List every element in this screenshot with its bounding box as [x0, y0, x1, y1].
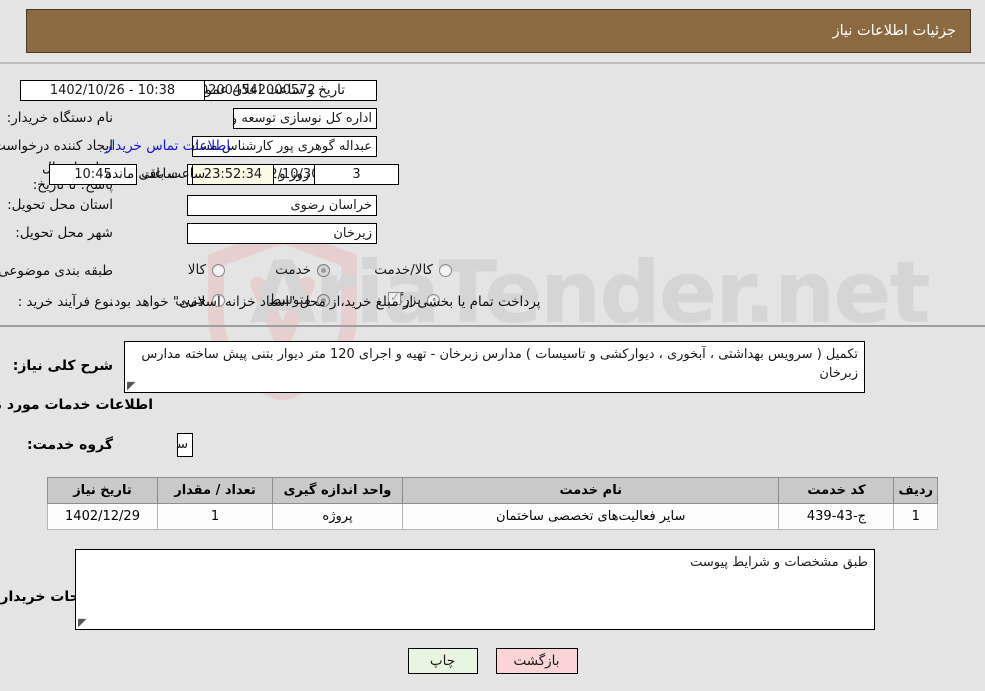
city-value: زیرخان — [187, 223, 377, 244]
remaining-label: ساعت باقی مانده — [105, 166, 206, 182]
buyer-notes-value: طبق مشخصات و شرایط پیوست — [690, 555, 868, 570]
radio-indicator[interactable] — [212, 263, 225, 277]
col-index: ردیف — [893, 477, 938, 504]
table-row: 1 ج-43-439 سایر فعالیت‌های تخصصی ساختمان… — [47, 503, 938, 530]
radio-category-kala[interactable]: کالا — [188, 262, 225, 278]
radio-label: کالا/خدمت — [374, 262, 433, 278]
resize-handle-icon[interactable]: ◥ — [78, 616, 90, 629]
print-button[interactable]: چاپ — [407, 648, 478, 674]
days-value: 3 — [314, 164, 399, 185]
col-code: کد خدمت — [778, 477, 895, 504]
description-textarea[interactable]: تکمیل ( سرویس بهداشتی ، آبخوری ، دیوارکش… — [124, 341, 865, 393]
radio-label: کالا — [187, 262, 206, 278]
back-button[interactable]: بازگشت — [495, 648, 578, 674]
page-header: جزئیات اطلاعات نیاز — [26, 9, 971, 53]
cell-date: 1402/12/29 — [47, 503, 158, 530]
announce-value: 10:38 - 1402/10/26 — [20, 80, 205, 101]
col-name: نام خدمت — [401, 477, 780, 504]
cell-unit: پروژه — [272, 503, 403, 530]
process-label: نوع فرآیند خرید : — [17, 294, 113, 310]
city-label: شهر محل تحویل: — [15, 225, 113, 241]
col-date: تاریخ نیاز — [47, 477, 158, 504]
radio-category-kala-khedmat[interactable]: کالا/خدمت — [374, 262, 452, 278]
service-group-label: گروه خدمت: — [27, 437, 113, 453]
need-info-panel — [0, 62, 985, 327]
col-quantity: تعداد / مقدار — [157, 477, 273, 504]
cell-index: 1 — [893, 503, 938, 530]
page-title: جزئیات اطلاعات نیاز — [832, 23, 956, 39]
radio-indicator-selected[interactable] — [317, 263, 330, 277]
page-root: AriaTender.net جزئیات اطلاعات نیاز شماره… — [0, 0, 985, 691]
cell-quantity: 1 — [157, 503, 273, 530]
announce-label: تاریخ و ساعت اعلان عمومی: — [182, 82, 345, 98]
service-group-value: ساختمان — [177, 433, 193, 457]
radio-label: خدمت — [275, 262, 311, 278]
action-buttons: بازگشت چاپ — [0, 648, 985, 674]
description-value: تکمیل ( سرویس بهداشتی ، آبخوری ، دیوارکش… — [141, 347, 858, 381]
buyer-org-label: نام دستگاه خریدار: — [6, 110, 113, 126]
buyer-contact-link[interactable]: اطلاعات تماس خریدار — [105, 138, 230, 154]
cell-code: ج-43-439 — [778, 503, 895, 530]
col-unit: واحد اندازه گیری — [272, 477, 403, 504]
radio-category-khedmat[interactable]: خدمت — [275, 262, 330, 278]
services-section-title: اطلاعات خدمات مورد نیاز — [0, 397, 153, 413]
description-label: شرح کلی نیاز: — [12, 358, 113, 374]
category-label: طبقه بندی موضوعی: — [0, 263, 113, 279]
cell-name: سایر فعالیت‌های تخصصی ساختمان — [401, 503, 780, 530]
services-table: ردیف کد خدمت نام خدمت واحد اندازه گیری ت… — [47, 477, 938, 530]
days-label: روز و — [279, 166, 310, 182]
treasury-note: پرداخت تمام یا بخشی از مبلغ خرید،از محل … — [110, 294, 541, 310]
province-value: خراسان رضوی — [187, 195, 377, 216]
radio-indicator[interactable] — [439, 263, 452, 277]
province-label: استان محل تحویل: — [7, 197, 113, 213]
buyer-notes-textarea[interactable]: طبق مشخصات و شرایط پیوست ◥ — [75, 549, 875, 630]
buyer-org-value: اداره کل نوسازی توسعه و تجهیز مدارس استا… — [233, 108, 377, 129]
resize-handle-icon[interactable]: ◥ — [127, 379, 139, 392]
table-header-row: ردیف کد خدمت نام خدمت واحد اندازه گیری ت… — [47, 477, 938, 504]
creator-label: ایجاد کننده درخواست: — [0, 138, 113, 154]
